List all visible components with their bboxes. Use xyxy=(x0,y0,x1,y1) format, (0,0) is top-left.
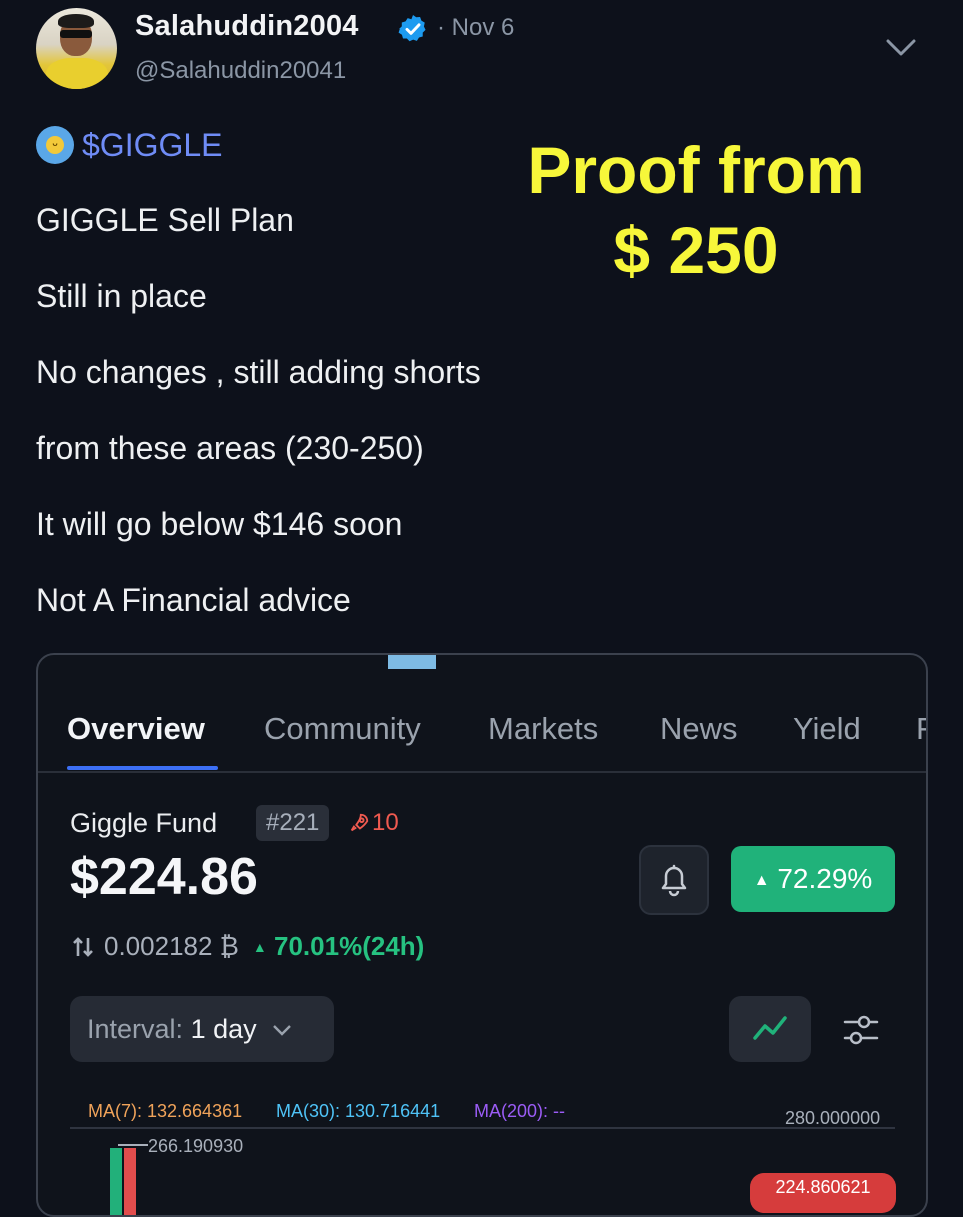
high-marker xyxy=(118,1144,148,1146)
line-chart-icon xyxy=(753,1016,787,1040)
btc-price: 0.002182 ₿ xyxy=(104,931,239,961)
ticker-symbol[interactable]: $GIGGLE xyxy=(82,127,223,164)
bell-icon xyxy=(661,864,687,897)
tweet-line-6: Not A Financial advice xyxy=(36,582,351,618)
avatar[interactable] xyxy=(36,8,117,89)
flag-icon xyxy=(388,655,436,669)
change-24h: ▲ 70.01%(24h) xyxy=(253,931,424,962)
price-alert-button[interactable] xyxy=(639,845,709,915)
change-pill-value: 72.29% xyxy=(777,863,873,894)
tweet-line-3: No changes , still adding shorts xyxy=(36,354,481,390)
ma7-label: MA(7): 132.664361 xyxy=(88,1101,243,1121)
interval-value: 1 day xyxy=(190,1014,257,1044)
rocket-icon xyxy=(350,813,369,832)
user-handle[interactable]: @Salahuddin20041 xyxy=(135,57,346,85)
tab-community[interactable]: Community xyxy=(264,711,421,747)
chart-top-border xyxy=(70,1127,895,1129)
tab-bar: Overview Community Markets News Yield F xyxy=(38,707,926,773)
tab-yield[interactable]: Yield xyxy=(793,711,861,747)
price-axis-top: 280.000000 xyxy=(785,1108,881,1128)
ma200-label: MA(200): -- xyxy=(474,1101,566,1121)
rocket-badge: 10 xyxy=(348,809,399,837)
chevron-down-icon[interactable] xyxy=(884,32,918,62)
verified-badge-icon xyxy=(398,15,426,42)
tweet-line-1: GIGGLE Sell Plan xyxy=(36,202,294,238)
candle-down xyxy=(124,1148,136,1215)
proof-overlay-text: Proof from $ 250 xyxy=(496,130,896,290)
tweet-date[interactable]: · Nov 6 xyxy=(437,14,514,42)
change-pill: ▲ 72.29% xyxy=(731,846,895,912)
tab-markets[interactable]: Markets xyxy=(488,711,598,747)
rocket-count: 10 xyxy=(372,809,399,836)
chevron-down-small-icon xyxy=(273,1025,291,1036)
proof-line-2: $ 250 xyxy=(613,213,779,287)
tweet-line-2: Still in place xyxy=(36,278,207,314)
line-chart-toggle[interactable] xyxy=(729,996,811,1062)
candle-up xyxy=(110,1148,122,1215)
coin-price: $224.86 xyxy=(70,848,258,906)
ticker-link[interactable]: ᵕ $GIGGLE xyxy=(36,126,223,164)
tweet-line-5: It will go below $146 soon xyxy=(36,506,403,542)
sliders-icon[interactable] xyxy=(841,1010,881,1050)
triangle-up-small-icon: ▲ xyxy=(252,939,267,955)
proof-line-1: Proof from xyxy=(527,133,865,207)
giggle-coin-icon: ᵕ xyxy=(36,126,74,164)
tab-news[interactable]: News xyxy=(660,711,738,747)
embedded-screenshot[interactable]: Overview Community Markets News Yield F … xyxy=(36,653,928,1217)
tweet-line-4: from these areas (230-250) xyxy=(36,430,424,466)
triangle-up-icon: ▲ xyxy=(753,872,770,889)
rank-badge: #221 xyxy=(256,805,330,841)
display-name[interactable]: Salahuddin2004 xyxy=(135,10,359,43)
change-24h-value: 70.01%(24h) xyxy=(274,931,425,961)
active-tab-underline xyxy=(67,766,218,770)
cropped-toolbar xyxy=(38,655,926,675)
interval-label: Interval: xyxy=(87,1014,184,1044)
swap-arrows-icon xyxy=(73,936,93,957)
interval-select[interactable]: Interval: 1 day xyxy=(70,996,334,1062)
current-price-tag: 224.860621 xyxy=(750,1173,896,1213)
ma30-label: MA(30): 130.716441 xyxy=(276,1101,441,1121)
price-sub-row: 0.002182 ₿ ▲ 70.01%(24h) xyxy=(70,931,424,962)
tab-overview[interactable]: Overview xyxy=(67,711,205,747)
high-label: 266.190930 xyxy=(148,1136,244,1156)
tab-more[interactable]: F xyxy=(916,711,926,747)
coin-name: Giggle Fund xyxy=(70,808,218,838)
